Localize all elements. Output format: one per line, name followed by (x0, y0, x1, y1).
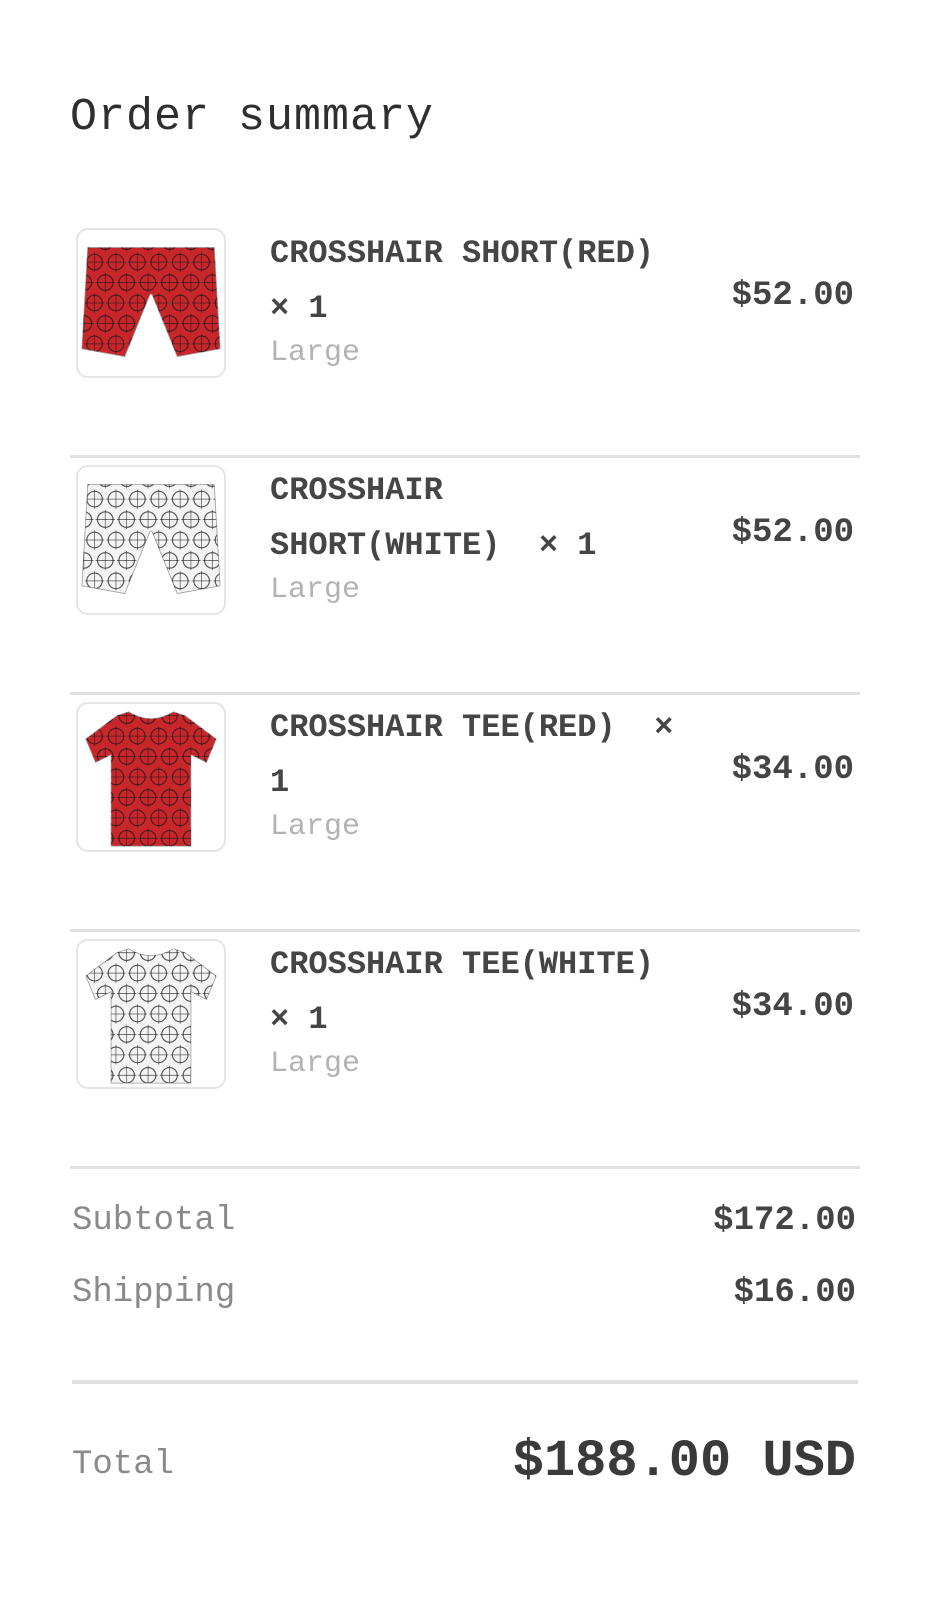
product-thumbnail[interactable] (76, 702, 226, 852)
product-thumbnail[interactable] (76, 228, 226, 378)
product-name: CROSSHAIR SHORT(WHITE) × 1 (270, 463, 690, 573)
product-variant: Large (270, 810, 361, 844)
tee-image (85, 711, 217, 847)
line-item: CROSSHAIR TEE(WHITE) × 1 Large $34.00 (70, 933, 860, 1169)
total-label: Total (72, 1446, 175, 1484)
product-title: CROSSHAIR TEE(RED) (270, 709, 616, 746)
subtotal-row: Subtotal $172.00 (72, 1202, 856, 1252)
line-item: CROSSHAIR SHORT(RED) × 1 Large $52.00 (70, 222, 860, 458)
product-price: $34.00 (731, 751, 854, 789)
product-price: $34.00 (731, 988, 854, 1026)
item-divider (70, 1166, 860, 1169)
line-item: CROSSHAIR SHORT(WHITE) × 1 Large $52.00 (70, 459, 860, 695)
total-value: $188.00 USD (512, 1432, 856, 1491)
shorts-image (81, 247, 221, 357)
product-title: CROSSHAIR TEE(WHITE) (270, 946, 655, 983)
shipping-row: Shipping $16.00 (72, 1274, 856, 1324)
item-divider (70, 455, 860, 458)
tee-image (85, 948, 217, 1084)
product-quantity: × 1 (270, 290, 328, 327)
product-variant: Large (270, 336, 361, 370)
total-divider (72, 1380, 858, 1384)
product-name: CROSSHAIR TEE(RED) × 1 (270, 700, 690, 810)
item-divider (70, 929, 860, 932)
order-summary-page: Order summary CROSSHAIR SHORT(RED) × 1 L… (0, 0, 948, 1600)
product-name: CROSSHAIR SHORT(RED) × 1 (270, 226, 690, 336)
product-variant: Large (270, 1047, 361, 1081)
product-thumbnail[interactable] (76, 465, 226, 615)
product-title: CROSSHAIR SHORT(RED) (270, 235, 655, 272)
product-quantity: × 1 (538, 527, 597, 564)
product-thumbnail[interactable] (76, 939, 226, 1089)
product-quantity: × 1 (270, 1001, 328, 1038)
shipping-value: $16.00 (733, 1274, 856, 1312)
product-name: CROSSHAIR TEE(WHITE) × 1 (270, 937, 690, 1047)
order-summary-title: Order summary (70, 92, 435, 143)
shorts-image (81, 484, 221, 594)
subtotal-value: $172.00 (713, 1202, 856, 1240)
product-variant: Large (270, 573, 361, 607)
line-item: CROSSHAIR TEE(RED) × 1 Large $34.00 (70, 696, 860, 932)
product-title: CROSSHAIR SHORT(WHITE) (270, 472, 501, 564)
shipping-label: Shipping (72, 1274, 236, 1312)
subtotal-label: Subtotal (72, 1202, 236, 1240)
item-divider (70, 692, 860, 695)
product-price: $52.00 (731, 514, 854, 552)
product-price: $52.00 (731, 277, 854, 315)
